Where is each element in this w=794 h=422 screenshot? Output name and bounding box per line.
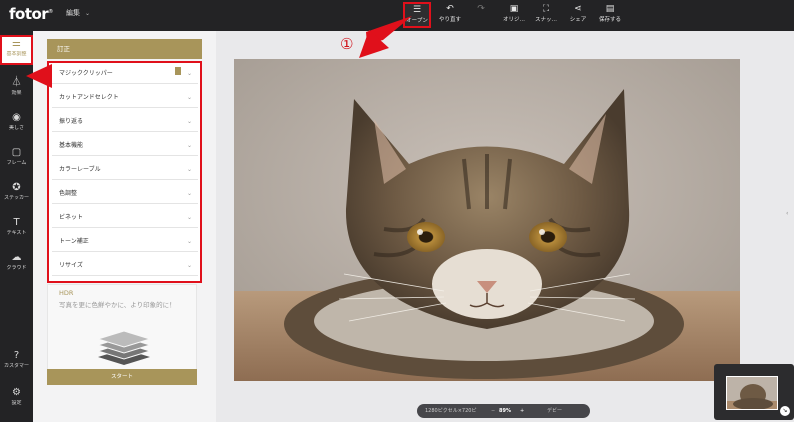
- snapshot-icon: ⛶: [542, 4, 550, 14]
- eye-icon: ◉: [12, 112, 21, 123]
- logo-text: fotor: [9, 5, 49, 23]
- edit-menu-label: 編集: [66, 9, 80, 17]
- help-icon: ?: [13, 350, 20, 361]
- snapshot-button[interactable]: ⛶ スナッ…: [532, 3, 560, 27]
- rail-item-settings[interactable]: ⚙ 設定: [0, 386, 33, 416]
- menu-item-label: カットアンドセレクト: [59, 94, 119, 101]
- bookmark-icon: [175, 67, 181, 75]
- layers-icon: [96, 330, 152, 365]
- start-button[interactable]: スタート: [47, 369, 197, 385]
- menu-item-label: リサイズ: [59, 262, 83, 269]
- menu-item-color-adjust[interactable]: 色調整 ⌄: [52, 184, 198, 204]
- redo-button[interactable]: ↷: [467, 3, 495, 27]
- app-logo[interactable]: fotor®: [9, 5, 53, 23]
- panel-header: 訂正: [47, 39, 202, 59]
- arrow-annotation-panel: [26, 64, 52, 88]
- side-panel-handle[interactable]: ‹: [786, 210, 788, 217]
- chevron-down-icon: ⌄: [186, 166, 192, 173]
- chevron-down-icon: ⌄: [186, 70, 192, 77]
- original-button[interactable]: ▣ オリジ…: [500, 3, 528, 27]
- menu-item-tone[interactable]: トーン補正 ⌄: [52, 232, 198, 252]
- menu-item-resize[interactable]: リサイズ ⌄: [52, 256, 198, 276]
- sliders-icon: ⚌: [12, 38, 21, 49]
- zoom-level: 89%: [499, 408, 511, 414]
- rail-label: クラウド: [6, 265, 27, 271]
- menu-item-magic-clipper[interactable]: マジッククリッパー ⌄: [52, 64, 198, 84]
- rail-label: 設定: [11, 400, 22, 406]
- rail-item-beauty[interactable]: ◉ 美しさ: [0, 111, 33, 141]
- share-icon: ⋖: [574, 4, 582, 14]
- chevron-down-icon: ⌄: [186, 142, 192, 149]
- menu-item-basic[interactable]: 基本機能 ⌄: [52, 136, 198, 156]
- menu-item-label: カラーレーブル: [59, 166, 101, 173]
- original-label: オリジ…: [502, 17, 525, 23]
- chevron-down-icon: ⌄: [186, 262, 192, 269]
- rail-item-customer[interactable]: ? カスタマー: [0, 349, 33, 379]
- rail-label: 基本調整: [6, 51, 27, 57]
- step-number-annotation: ①: [340, 35, 354, 53]
- rail-item-frame[interactable]: ▢ フレーム: [0, 146, 33, 176]
- save-icon: ▤: [605, 4, 615, 14]
- menu-item-vignette[interactable]: ビネット ⌄: [52, 208, 198, 228]
- menu-item-label: トーン補正: [59, 238, 89, 245]
- zoom-out-button[interactable]: −: [491, 404, 495, 418]
- rail-item-sticker[interactable]: ✪ ステッカー: [0, 181, 33, 211]
- text-icon: T: [13, 217, 20, 228]
- image-resolution: 1280ピクセル×720ピ: [425, 408, 477, 414]
- logo-mark: ®: [48, 9, 53, 15]
- snapshot-label: スナッ…: [534, 17, 557, 23]
- thumbnail-image: [726, 376, 778, 410]
- undo-icon: ↶: [446, 4, 454, 14]
- rail-item-text[interactable]: T テキスト: [0, 216, 33, 246]
- rail-item-basic-adjust[interactable]: ⚌ 基本調整: [0, 35, 33, 65]
- chevron-down-icon: ⌄: [186, 190, 192, 197]
- arrow-annotation-open: [359, 16, 412, 58]
- menu-item-color-curve[interactable]: カラーレーブル ⌄: [52, 160, 198, 180]
- image-icon: ▣: [509, 4, 519, 14]
- star-icon: ✪: [12, 182, 21, 193]
- rail-label: 効果: [11, 90, 22, 96]
- rail-label: カスタマー: [3, 363, 29, 369]
- share-label: シェア: [569, 17, 587, 23]
- share-button[interactable]: ⋖ シェア: [564, 3, 592, 27]
- chevron-down-icon: ⌄: [186, 94, 192, 101]
- frame-icon: ▢: [11, 147, 22, 158]
- save-label: 保存する: [598, 17, 621, 23]
- menu-item-label: ビネット: [59, 214, 84, 221]
- status-bar: 1280ピクセル×720ピ − 89% + デビー: [417, 404, 590, 418]
- zoom-in-button[interactable]: +: [520, 404, 524, 418]
- menu-item-label: 色調整: [59, 190, 78, 197]
- undo-button[interactable]: ↶ やり直す: [436, 3, 464, 27]
- save-button[interactable]: ▤ 保存する: [596, 3, 624, 27]
- redo-icon: ↷: [477, 4, 485, 14]
- cloud-icon: ☁: [11, 252, 22, 263]
- menu-item-label: マジッククリッパー: [59, 70, 113, 77]
- rail-item-cloud[interactable]: ☁ クラウド: [0, 251, 33, 281]
- rail-label: 美しさ: [8, 125, 24, 131]
- menu-item-label: 基本機能: [59, 142, 84, 149]
- rail-label: テキスト: [6, 230, 27, 236]
- cat-photo[interactable]: [234, 59, 740, 381]
- hdr-title: HDR: [59, 289, 74, 297]
- expand-icon[interactable]: ↘: [780, 406, 790, 416]
- chevron-down-icon: ⌄: [85, 9, 91, 17]
- undo-label: やり直す: [438, 17, 461, 23]
- compare-button[interactable]: デビー: [547, 404, 562, 418]
- adjust-menu-list: マジッククリッパー ⌄ カットアンドセレクト ⌄ 振り返る ⌄ 基本機能 ⌄ カ…: [47, 61, 202, 283]
- chevron-down-icon: ⌄: [186, 238, 192, 245]
- rail-label: ステッカー: [3, 195, 29, 201]
- adjust-panel: 訂正 マジッククリッパー ⌄ カットアンドセレクト ⌄ 振り返る ⌄ 基本機能 …: [33, 31, 216, 422]
- edit-menu-dropdown[interactable]: 編集 ⌄: [66, 8, 90, 18]
- canvas-area: [216, 31, 794, 422]
- settings-icon: ⚙: [12, 387, 21, 398]
- chevron-down-icon: ⌄: [186, 214, 192, 221]
- rail-label: フレーム: [6, 160, 27, 166]
- navigator-thumbnail[interactable]: ↘: [714, 364, 794, 420]
- menu-item-rotate[interactable]: 振り返る ⌄: [52, 112, 198, 132]
- menu-item-label: 振り返る: [59, 118, 84, 125]
- chevron-down-icon: ⌄: [186, 118, 192, 125]
- menu-item-cut-select[interactable]: カットアンドセレクト ⌄: [52, 88, 198, 108]
- hdr-description: 写真を更に色鮮やかに、より印象的に！: [59, 301, 176, 309]
